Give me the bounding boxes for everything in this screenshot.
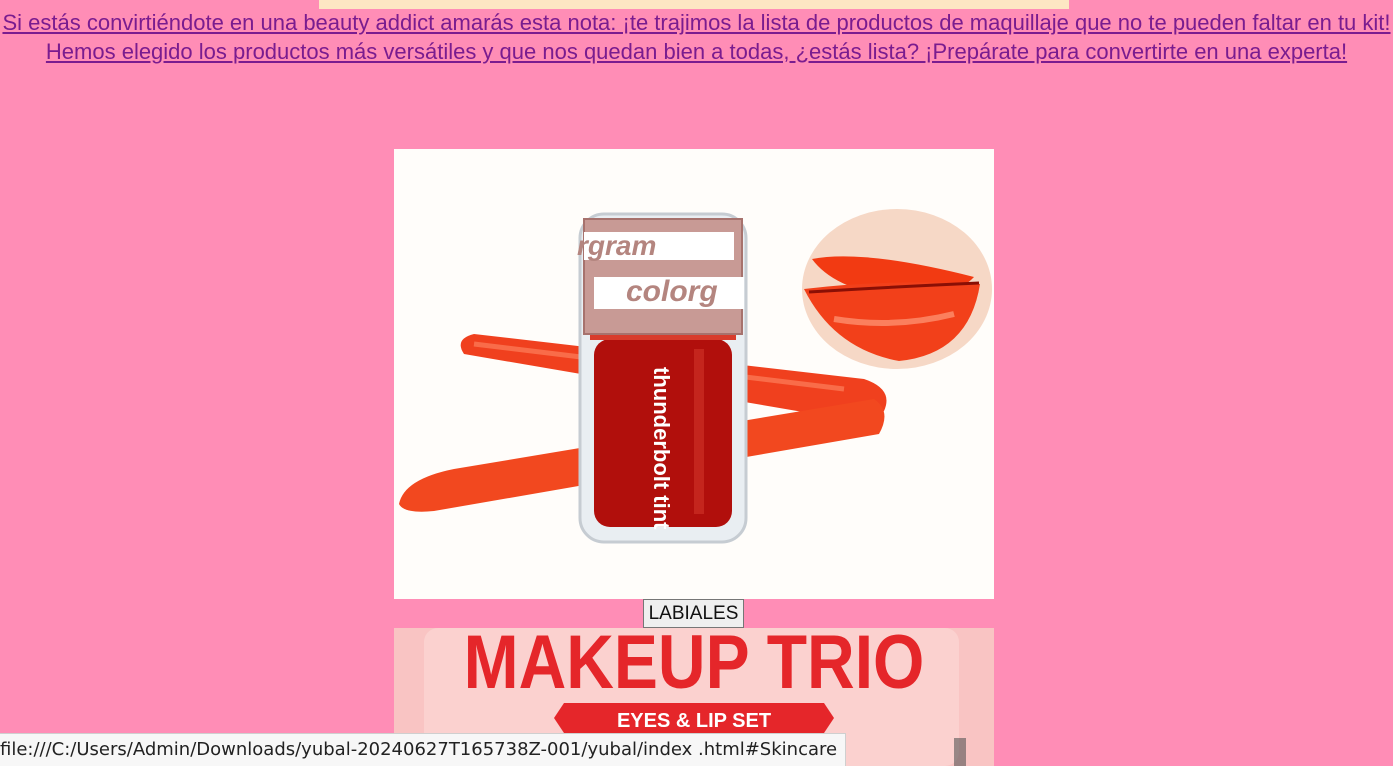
top-banner-strip: [319, 0, 1069, 9]
makeup-trio-subtitle: EYES & LIP SET: [617, 710, 771, 732]
page: Si estás convirtiéndote en una beauty ad…: [0, 0, 1393, 766]
labiales-button[interactable]: LABIALES: [643, 599, 744, 628]
makeup-trio-title: MAKEUP TRIO: [464, 628, 925, 705]
lip-tint-product-image: rgram colorg thunderbolt tint: [394, 149, 994, 599]
bottle-label: thunderbolt tint: [649, 367, 674, 530]
lips-image: [802, 209, 992, 369]
status-bar-url: file:///C:/Users/Admin/Downloads/yubal-2…: [0, 733, 847, 766]
intro-link[interactable]: Si estás convirtiéndote en una beauty ad…: [2, 10, 1390, 64]
bottle-brand-top: rgram: [577, 230, 656, 261]
bottle-brand-mid: colorg: [626, 275, 718, 308]
intro-paragraph: Si estás convirtiéndote en una beauty ad…: [0, 9, 1393, 66]
